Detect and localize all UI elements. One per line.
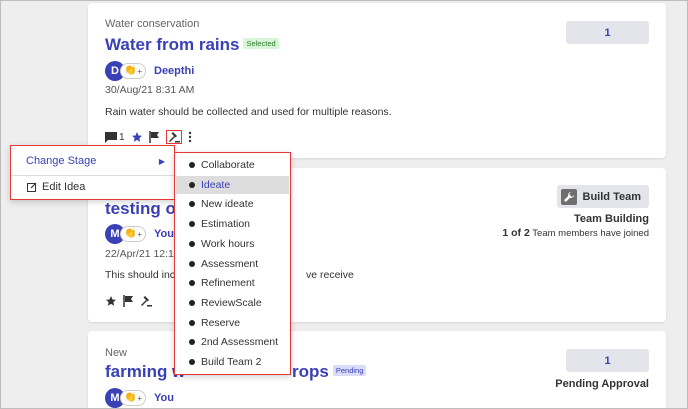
idea-actions: 1: [105, 130, 192, 144]
bullet-icon: [189, 359, 195, 365]
more-vertical-icon[interactable]: [188, 131, 192, 143]
gavel-button[interactable]: [165, 130, 182, 144]
stage-label: 2nd Assessment: [201, 336, 279, 349]
stage-option[interactable]: 2nd Assessment: [176, 333, 289, 351]
stage-option[interactable]: Work hours: [176, 235, 289, 253]
team-joined-text: Team members have joined: [532, 228, 649, 239]
reaction-button[interactable]: 👏 +: [120, 390, 146, 406]
idea-title-tail-text[interactable]: rops: [292, 362, 329, 381]
stage-option[interactable]: Refinement: [176, 274, 289, 292]
stage-option[interactable]: New ideate: [176, 195, 289, 213]
star-icon[interactable]: [131, 131, 143, 143]
plus-icon: +: [137, 66, 143, 76]
author-name[interactable]: You: [154, 228, 174, 240]
wrench-icon: [560, 188, 577, 205]
idea-date: 30/Aug/21 8:31 AM: [105, 84, 195, 96]
stage-submenu: Collaborate Ideate New ideate Estimation Wor…: [174, 152, 291, 375]
status-badge: Selected: [243, 38, 279, 50]
bullet-icon: [189, 339, 195, 346]
idea-title-text[interactable]: Water from rains: [105, 35, 239, 54]
bullet-icon: [189, 280, 195, 287]
idea-description: Rain water should be collected and used …: [105, 106, 392, 118]
stage-label: Ideate: [201, 178, 231, 191]
idea-title[interactable]: Water from rains Selected: [105, 35, 279, 55]
stage-option[interactable]: Reserve: [176, 314, 289, 332]
stage-label: Build Team 2: [201, 356, 262, 368]
chevron-right-icon: ▶: [158, 156, 165, 166]
author-name[interactable]: Deepthi: [154, 65, 194, 77]
bullet-icon: [189, 221, 195, 228]
idea-description: This should inc: [105, 269, 176, 281]
stage-label: Collaborate: [201, 159, 255, 171]
stage-label: Refinement: [201, 277, 255, 290]
plus-icon: +: [137, 393, 143, 403]
stage-option[interactable]: Assessment: [176, 255, 289, 273]
edit-idea-menu-item[interactable]: Edit Idea: [11, 175, 174, 199]
stage-option[interactable]: Build Team 2: [176, 353, 289, 371]
comment-icon[interactable]: [105, 131, 117, 143]
vote-count-button[interactable]: 1: [566, 21, 649, 44]
idea-actions: [105, 294, 152, 308]
clap-icon: 👏: [123, 65, 137, 76]
gavel-icon[interactable]: [140, 295, 152, 307]
vote-count-button[interactable]: 1: [566, 349, 649, 372]
stage-option[interactable]: ReviewScale: [176, 294, 289, 312]
build-team-button[interactable]: Build Team: [556, 185, 649, 208]
stage-option[interactable]: Collaborate: [176, 156, 289, 174]
build-team-label: Build Team: [582, 190, 641, 203]
stage-label: Assessment: [201, 257, 259, 270]
stage-option[interactable]: Estimation: [176, 215, 289, 233]
team-members-info: 1 of 2 Team members have joined: [502, 227, 649, 239]
author-row: M 👏 + You: [105, 224, 174, 244]
author-row: M 👏 + You: [105, 388, 174, 408]
edit-idea-label: Edit Idea: [42, 181, 86, 193]
author-row: D 👏 + Deepthi: [105, 61, 194, 81]
stage-label: Reserve: [201, 316, 241, 329]
change-stage-menu-item[interactable]: Change Stage ▶: [11, 149, 174, 173]
reaction-button[interactable]: 👏 +: [120, 226, 146, 242]
idea-category: New: [105, 347, 128, 359]
stage-label: New ideate: [201, 198, 254, 211]
idea-description-tail: ve receive: [306, 269, 354, 281]
change-stage-label: Change Stage: [26, 155, 97, 167]
team-name: Team Building: [574, 213, 649, 225]
edit-icon: [27, 182, 37, 192]
bullet-icon: [189, 299, 195, 306]
stage-label: Estimation: [201, 218, 251, 231]
star-icon[interactable]: [105, 295, 117, 307]
flag-icon[interactable]: [123, 295, 134, 307]
bullet-icon: [189, 240, 195, 247]
gavel-icon: [168, 132, 180, 143]
bullet-icon: [189, 181, 195, 188]
stage-label: ReviewScale: [201, 296, 262, 309]
comment-count: 1: [119, 131, 125, 143]
flag-icon[interactable]: [148, 131, 160, 143]
clap-icon: 👏: [123, 392, 137, 403]
team-count: 1 of 2: [502, 227, 530, 239]
plus-icon: +: [137, 229, 143, 239]
bullet-icon: [189, 162, 195, 168]
idea-date: 22/Apr/21 12:11: [105, 248, 179, 260]
status-badge: Pending: [332, 365, 367, 377]
reaction-button[interactable]: 👏 +: [120, 63, 146, 79]
author-name[interactable]: You: [154, 392, 174, 404]
idea-card: Water conservation Water from rains Selec…: [88, 3, 666, 158]
idea-context-menu: Change Stage ▶ Edit Idea: [10, 145, 175, 200]
stage-label: Work hours: [201, 237, 255, 250]
idea-category: Water conservation: [105, 18, 200, 30]
idea-title[interactable]: testing o: [105, 199, 176, 219]
stage-option[interactable]: Ideate: [176, 175, 289, 194]
bullet-icon: [189, 319, 195, 326]
bullet-icon: [189, 201, 195, 208]
idea-title-tail[interactable]: rops Pending: [292, 362, 367, 382]
status-text: Pending Approval: [555, 378, 649, 390]
clap-icon: 👏: [123, 228, 137, 239]
bullet-icon: [189, 260, 195, 267]
